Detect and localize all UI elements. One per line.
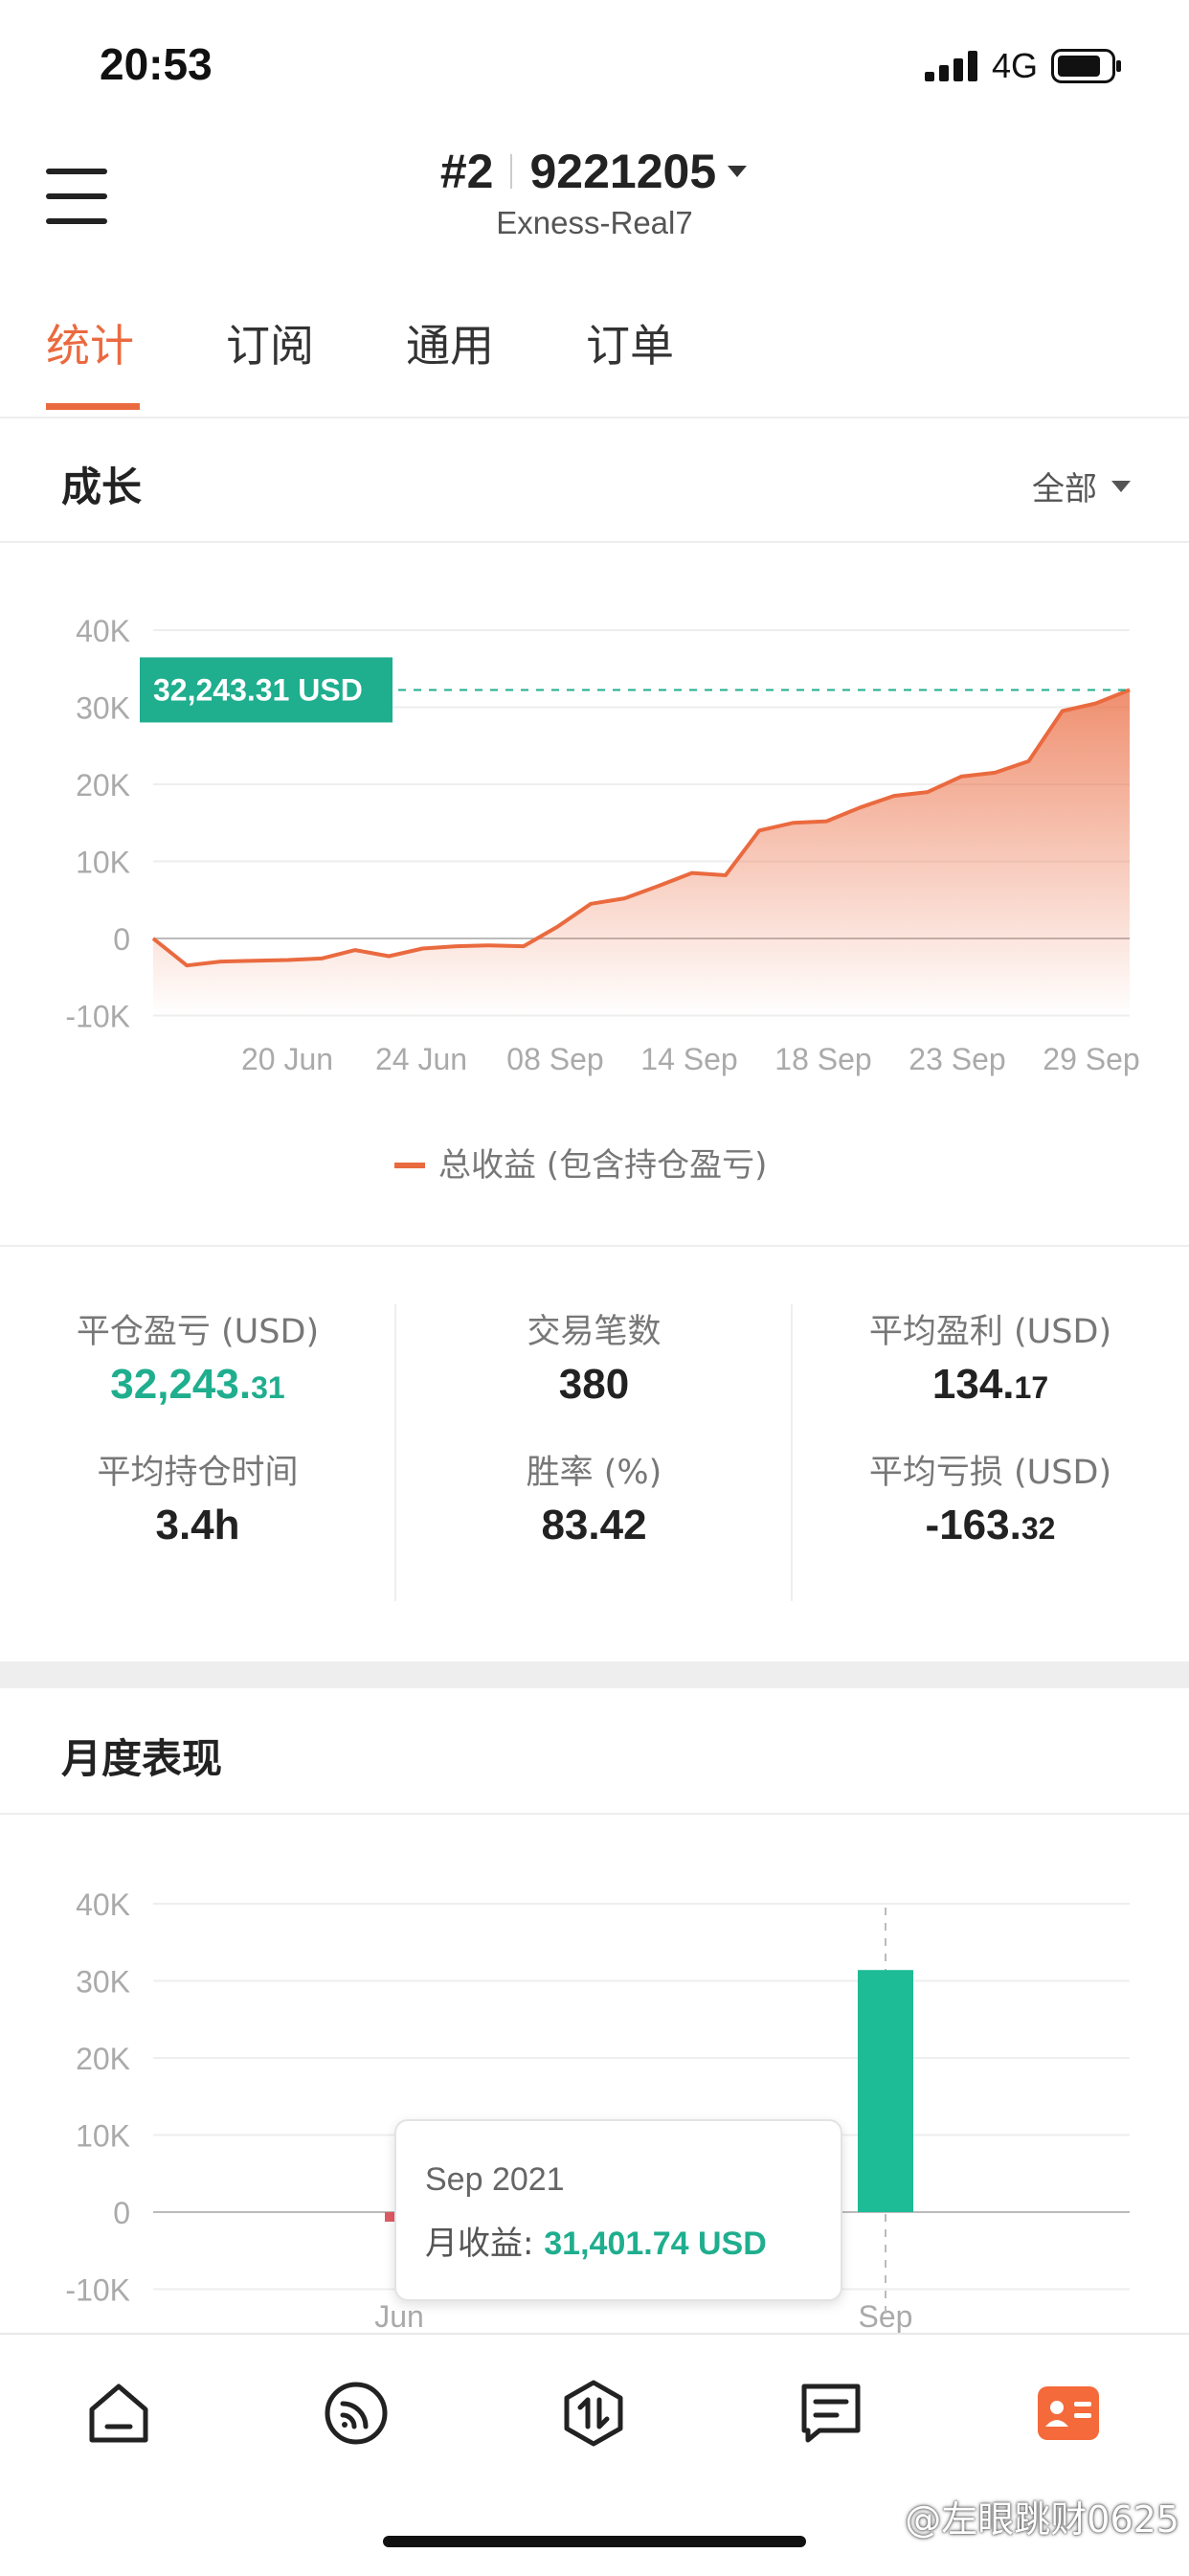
y-tick-label: 40K [76, 1887, 130, 1922]
avg-profit-value: 134.17 [793, 1361, 1188, 1409]
avg-profit-int: 134. [931, 1361, 1015, 1408]
home-indicator [383, 2536, 806, 2547]
account-header[interactable]: #2 9221205 Exness-Real7 [0, 144, 1189, 241]
growth-section-header: 成长 全部 [0, 418, 1189, 543]
legend-label: 总收益 (包含持仓盈亏) [438, 1146, 767, 1185]
y-tick-label: 0 [113, 2196, 130, 2230]
tooltip-line: 月收益: 31,401.74 USD [425, 2217, 767, 2264]
watermark: @左眼跳财0625 [872, 2490, 1179, 2542]
avg-loss-dec: 32 [1021, 1511, 1056, 1546]
weibo-icon [872, 2498, 905, 2541]
tab-statistics[interactable]: 统计 [46, 311, 134, 374]
monthly-section-header: 月度表现 [0, 1690, 1189, 1815]
stats-panel: 平仓盈亏 (USD) 32,243.31 平均持仓时间 3.4h 交易笔数 38… [0, 1245, 1189, 1666]
caret-down-icon [1111, 480, 1131, 492]
growth-area [153, 689, 1130, 1015]
feed-icon [325, 2382, 388, 2445]
caret-down-icon [728, 166, 748, 177]
tab-bar: 统计 订阅 通用 订单 [0, 273, 1189, 418]
x-tick-label: 20 Jun [241, 1042, 333, 1076]
y-tick-label: 10K [76, 2119, 130, 2154]
win-rate-value: 83.42 [541, 1502, 647, 1548]
monthly-tooltip: Sep 2021 月收益: 31,401.74 USD [394, 2119, 842, 2301]
trade-icon [564, 2380, 623, 2447]
y-tick-label: 20K [76, 768, 130, 802]
y-tick-label: -10K [65, 2273, 130, 2308]
x-tick-label: 24 Jun [375, 1042, 467, 1076]
account-rank: #2 [439, 145, 494, 198]
account-server: Exness-Real7 [496, 205, 693, 240]
monthly-title: 月度表现 [61, 1735, 223, 1782]
y-tick-label: 20K [76, 2042, 130, 2076]
home-icon [89, 2384, 148, 2443]
range-dropdown[interactable]: 全部 [1032, 463, 1132, 509]
x-tick-label: 29 Sep [1043, 1042, 1139, 1076]
avg-profit-dec: 17 [1014, 1370, 1049, 1405]
signal-icon [924, 51, 977, 81]
y-tick-label: 30K [76, 1965, 130, 2000]
y-tick-label: 10K [76, 846, 130, 880]
x-tick-label: 08 Sep [506, 1042, 603, 1076]
nav-messages[interactable] [793, 2375, 869, 2452]
avg-profit-label: 平均盈利 (USD) [868, 1313, 1112, 1351]
current-value-label: 32,243.31 USD [153, 672, 363, 707]
section-separator [0, 1661, 1189, 1688]
account-number: 9221205 [529, 145, 717, 198]
battery-icon [1051, 49, 1121, 83]
tooltip-month: Sep 2021 [425, 2161, 565, 2198]
nav-profile[interactable] [1030, 2375, 1107, 2452]
network-type: 4G [991, 46, 1038, 85]
stats-col-1: 平仓盈亏 (USD) 32,243.31 平均持仓时间 3.4h [0, 1245, 395, 1628]
avg-loss-value: -163.32 [793, 1502, 1188, 1549]
status-indicators: 4G [924, 46, 1122, 86]
tab-subscriptions[interactable]: 订阅 [226, 311, 314, 374]
growth-chart: 40K 30K 20K 10K 0 -10K 20 Jun 24 Jun 08 Sep 14 S… [65, 614, 1139, 1185]
avg-hold-label: 平均持仓时间 [97, 1454, 299, 1492]
chart-legend: 总收益 (包含持仓盈亏) [394, 1146, 767, 1185]
trades-label: 交易笔数 [527, 1313, 662, 1351]
tooltip-value: 31,401.74 USD [544, 2226, 767, 2262]
avg-hold-value: 3.4h [155, 1502, 240, 1548]
avg-loss-label: 平均亏损 (USD) [868, 1454, 1112, 1492]
month-bar[interactable] [858, 1970, 913, 2212]
tab-orders[interactable]: 订单 [586, 311, 674, 374]
tab-general[interactable]: 通用 [406, 311, 494, 374]
y-tick-label: 0 [113, 922, 130, 957]
status-time: 20:53 [100, 39, 213, 89]
active-tab-indicator [46, 403, 140, 410]
tooltip-label: 月收益: [425, 2225, 545, 2263]
nav-trade[interactable] [555, 2375, 632, 2452]
x-tick-label: 14 Sep [640, 1042, 737, 1076]
closed-pnl-value: 32,243.31 [0, 1361, 395, 1409]
growth-title: 成长 [61, 463, 143, 510]
message-icon [801, 2384, 861, 2443]
legend-swatch [394, 1163, 425, 1168]
x-tick-label: Jun [374, 2299, 424, 2333]
range-label: 全部 [1032, 470, 1097, 508]
stats-col-3: 平均盈利 (USD) 134.17 平均亏损 (USD) -163.32 [793, 1245, 1188, 1628]
header-separator [510, 154, 513, 189]
x-tick-label: Sep [859, 2299, 913, 2333]
stats-col-2: 交易笔数 380 胜率 (%) 83.42 [396, 1245, 792, 1628]
y-tick-label: 30K [76, 691, 130, 726]
closed-pnl-label: 平仓盈亏 (USD) [76, 1313, 320, 1351]
y-tick-label: -10K [65, 1000, 130, 1034]
profile-card-icon [1038, 2386, 1099, 2440]
closed-pnl-dec: 31 [251, 1370, 285, 1405]
trades-value: 380 [558, 1361, 630, 1408]
closed-pnl-int: 32,243. [110, 1361, 252, 1408]
x-tick-label: 23 Sep [909, 1042, 1005, 1076]
avg-loss-int: -163. [925, 1502, 1021, 1548]
win-rate-label: 胜率 (%) [526, 1454, 662, 1492]
y-tick-label: 40K [76, 614, 130, 648]
nav-feed[interactable] [318, 2375, 394, 2452]
x-tick-label: 18 Sep [774, 1042, 871, 1076]
nav-home[interactable] [80, 2375, 157, 2452]
